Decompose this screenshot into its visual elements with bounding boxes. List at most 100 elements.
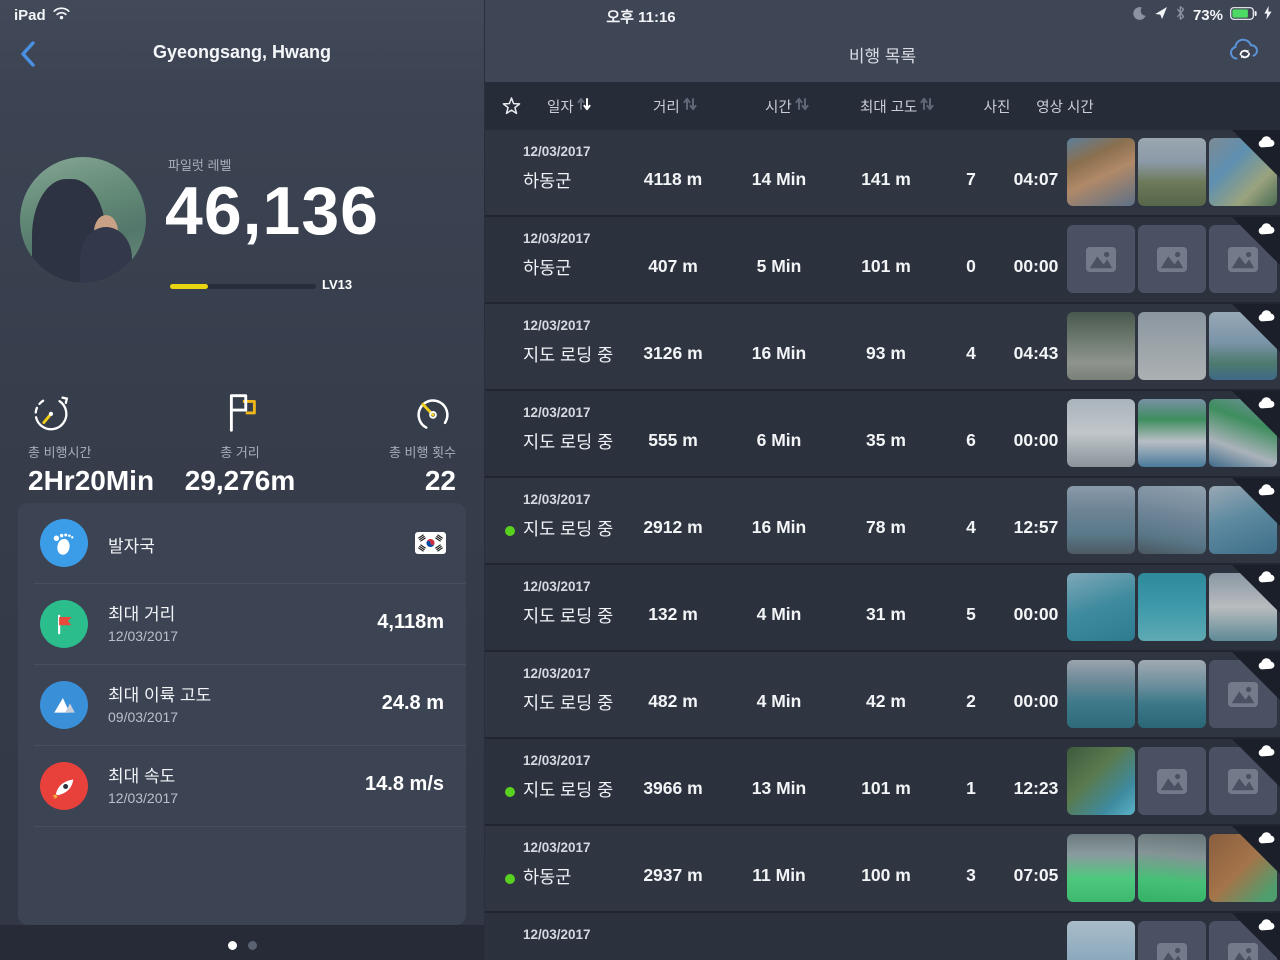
achievement-title: 최대 거리 bbox=[108, 605, 176, 624]
footprint-icon bbox=[40, 519, 88, 567]
flight-place: 지도 로딩 중 bbox=[523, 693, 614, 713]
flight-video-time: 04:07 bbox=[1013, 169, 1059, 189]
flight-row[interactable]: 12/03/2017 지도 로딩 중 3126 m 16 Min 93 m 4 … bbox=[485, 304, 1280, 389]
max-speed-rocket-icon bbox=[40, 762, 88, 810]
battery-icon bbox=[1230, 6, 1257, 25]
photo-thumbnail[interactable] bbox=[1067, 138, 1135, 206]
page-title: Gyeongsang, Hwang bbox=[152, 42, 332, 62]
image-placeholder-icon bbox=[1157, 942, 1187, 960]
flight-distance: 2912 m bbox=[643, 517, 703, 537]
favorite-filter-star[interactable] bbox=[501, 96, 522, 119]
achievement-row-max-speed[interactable]: 최대 속도 12/03/2017 14.8 m/s bbox=[18, 746, 466, 827]
column-label: 사진 bbox=[983, 99, 1011, 116]
photo-thumbnail[interactable] bbox=[1067, 921, 1135, 960]
flight-row[interactable]: 12/03/2017 지도 로딩 중 2912 m 16 Min 78 m 4 … bbox=[485, 478, 1280, 563]
sort-arrows-icon bbox=[795, 95, 809, 117]
photo-thumbnail[interactable] bbox=[1138, 486, 1206, 554]
cloud-uploaded-fold bbox=[1232, 478, 1280, 526]
flight-row[interactable]: 12/03/2017 지도 로딩 중 132 m 4 Min 31 m 5 00… bbox=[485, 565, 1280, 650]
cloud-uploaded-fold bbox=[1232, 913, 1280, 960]
photo-thumbnail[interactable] bbox=[1067, 573, 1135, 641]
photo-thumbnail[interactable] bbox=[1067, 660, 1135, 728]
sort-column-date[interactable]: 일자 bbox=[547, 82, 591, 130]
achievement-row-footprints[interactable]: 발자국 bbox=[18, 503, 466, 584]
photo-placeholder[interactable] bbox=[1138, 747, 1206, 815]
page-dot[interactable] bbox=[247, 941, 257, 950]
profile-panel: iPad Gyeongsang, Hwang 파일럿 레벨 46,136 LV1… bbox=[0, 0, 484, 960]
korea-flag-icon bbox=[415, 532, 446, 554]
photo-thumbnail[interactable] bbox=[1138, 573, 1206, 641]
photo-thumbnail[interactable] bbox=[1138, 399, 1206, 467]
cloud-uploaded-fold bbox=[1232, 391, 1280, 439]
cloud-sync-button[interactable] bbox=[1228, 36, 1262, 67]
flight-date: 12/03/2017 bbox=[523, 231, 591, 246]
flight-row[interactable]: 12/03/2017 bbox=[485, 913, 1280, 960]
photo-thumbnail[interactable] bbox=[1138, 138, 1206, 206]
flight-photo-count: 1 bbox=[966, 778, 976, 798]
flight-place: 하동군 bbox=[523, 171, 572, 191]
cloud-uploaded-fold bbox=[1232, 826, 1280, 874]
column-video-time[interactable]: 영상 시간 bbox=[1030, 82, 1099, 130]
cloud-uploaded-icon bbox=[1258, 832, 1275, 844]
achievement-row-max-altitude[interactable]: 최대 이륙 고도 09/03/2017 24.8 m bbox=[18, 665, 466, 746]
pilot-points: 46,136 bbox=[165, 173, 379, 249]
flight-duration: 16 Min bbox=[751, 517, 807, 537]
flight-date: 12/03/2017 bbox=[523, 144, 591, 159]
photo-thumbnail[interactable] bbox=[1067, 747, 1135, 815]
status-bar-left: iPad bbox=[14, 6, 71, 24]
photo-placeholder[interactable] bbox=[1067, 225, 1135, 293]
flight-date: 12/03/2017 bbox=[523, 318, 591, 333]
photo-thumbnail[interactable] bbox=[1138, 660, 1206, 728]
flight-duration: 11 Min bbox=[752, 865, 806, 885]
photo-thumbnail[interactable] bbox=[1067, 399, 1135, 467]
flight-photo-count: 6 bbox=[966, 430, 976, 450]
image-placeholder-icon bbox=[1086, 246, 1116, 272]
flight-row[interactable]: 12/03/2017 지도 로딩 중 3966 m 13 Min 101 m 1… bbox=[485, 739, 1280, 824]
column-label: 거리 bbox=[653, 99, 680, 116]
level-progress-fill bbox=[170, 284, 208, 289]
flight-row[interactable]: 12/03/2017 지도 로딩 중 482 m 4 Min 42 m 2 00… bbox=[485, 652, 1280, 737]
sort-bar: 일자 거리 시간 최대 고도 사진 영상 시간 bbox=[485, 82, 1280, 130]
cloud-uploaded-fold bbox=[1232, 217, 1280, 265]
achievement-value: 24.8 m bbox=[381, 692, 444, 714]
photo-thumbnail[interactable] bbox=[1067, 312, 1135, 380]
image-placeholder-icon bbox=[1157, 246, 1187, 272]
flight-max-altitude: 42 m bbox=[866, 691, 906, 711]
column-photos[interactable]: 사진 bbox=[978, 82, 1017, 130]
photo-thumbnail[interactable] bbox=[1067, 486, 1135, 554]
flight-time-icon bbox=[28, 388, 154, 436]
avatar[interactable] bbox=[20, 157, 146, 283]
photo-placeholder[interactable] bbox=[1138, 921, 1206, 960]
flight-row[interactable]: 12/03/2017 하동군 407 m 5 Min 101 m 0 00:00 bbox=[485, 217, 1280, 302]
flight-max-altitude: 78 m bbox=[866, 517, 906, 537]
photo-thumbnail[interactable] bbox=[1067, 834, 1135, 902]
page-dot-active[interactable] bbox=[227, 941, 237, 950]
flight-row[interactable]: 12/03/2017 하동군 2937 m 11 Min 100 m 3 07:… bbox=[485, 826, 1280, 911]
flight-row[interactable]: 12/03/2017 지도 로딩 중 555 m 6 Min 35 m 6 00… bbox=[485, 391, 1280, 476]
sort-column-distance[interactable]: 거리 bbox=[653, 82, 697, 130]
flight-distance: 4118 m bbox=[643, 169, 703, 189]
flight-place: 지도 로딩 중 bbox=[523, 606, 614, 626]
status-time: 오후 11:16 bbox=[606, 9, 676, 26]
flight-video-time: 12:57 bbox=[1013, 517, 1059, 537]
wifi-icon bbox=[52, 6, 71, 24]
photo-placeholder[interactable] bbox=[1138, 225, 1206, 293]
sort-column-altitude[interactable]: 최대 고도 bbox=[860, 82, 934, 130]
achievement-date: 09/03/2017 bbox=[108, 709, 179, 725]
flight-place: 지도 로딩 중 bbox=[523, 780, 614, 800]
flight-photo-count: 7 bbox=[966, 169, 976, 189]
achievement-row-max-distance[interactable]: 최대 거리 12/03/2017 4,118m bbox=[18, 584, 466, 665]
max-altitude-mountain-icon bbox=[40, 681, 88, 729]
level-badge: LV13 bbox=[322, 277, 353, 292]
flight-row[interactable]: 12/03/2017 하동군 4118 m 14 Min 141 m 7 04:… bbox=[485, 130, 1280, 215]
achievement-date: 12/03/2017 bbox=[108, 790, 179, 806]
moon-icon bbox=[1132, 6, 1147, 26]
max-distance-flag-icon bbox=[40, 600, 88, 648]
flight-video-time: 00:00 bbox=[1013, 691, 1059, 711]
cloud-uploaded-icon bbox=[1258, 745, 1275, 757]
photo-thumbnail[interactable] bbox=[1138, 834, 1206, 902]
stat-flight-count: 총 비행 횟수 22 bbox=[389, 388, 456, 497]
photo-thumbnail[interactable] bbox=[1138, 312, 1206, 380]
stat-value: 29,276m bbox=[184, 465, 296, 496]
sort-column-time[interactable]: 시간 bbox=[765, 82, 809, 130]
